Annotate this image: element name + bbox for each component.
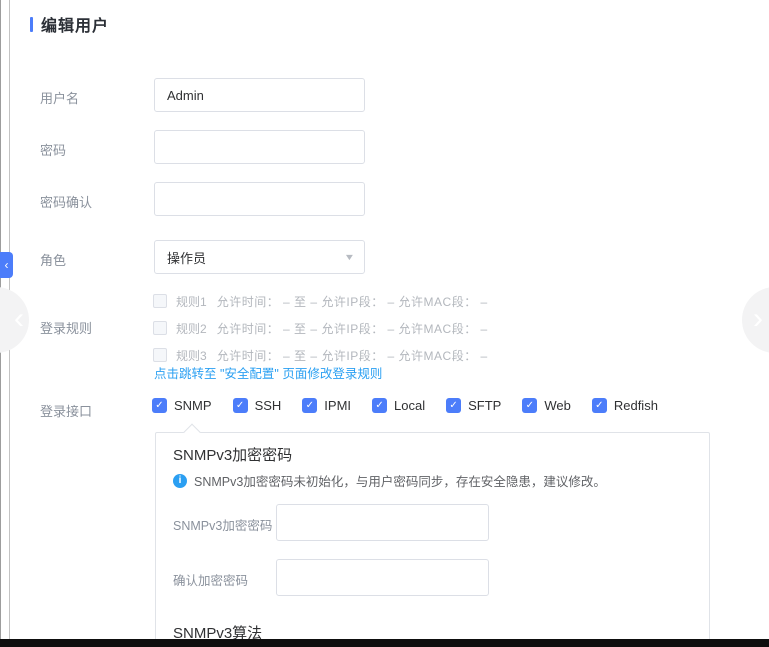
checkbox-unchecked-icon[interactable] (153, 348, 167, 362)
check-icon: ✓ (375, 400, 383, 411)
role-select[interactable]: 操作员 ▼ (154, 240, 365, 274)
username-input[interactable] (154, 78, 365, 112)
username-label: 用户名 (40, 88, 79, 107)
check-icon: ✓ (155, 400, 163, 411)
password-confirm-input[interactable] (154, 182, 365, 216)
check-icon: ✓ (306, 400, 314, 411)
checkbox-checked-icon: ✓ (522, 398, 537, 413)
interface-checkbox-ipmi[interactable]: ✓ IPMI (302, 398, 351, 413)
chevron-left-icon: ‹ (14, 304, 24, 334)
login-rule-row[interactable]: 规则3 允许时间： – 至 – 允许IP段： – 允许MAC段： – (153, 347, 488, 363)
check-icon: ✓ (595, 400, 603, 411)
password-confirm-label: 密码确认 (40, 192, 92, 211)
chevron-down-icon: ▼ (344, 252, 356, 262)
snmpv3-notice-text: SNMPv3加密密码未初始化，与用户密码同步，存在安全隐患，建议修改。 (194, 471, 606, 490)
chevron-right-icon: › (753, 304, 763, 334)
chevron-left-icon: ‹ (5, 258, 9, 272)
login-rule-row[interactable]: 规则1 允许时间： – 至 – 允许IP段： – 允许MAC段： – (153, 293, 488, 309)
interface-label: SNMP (174, 398, 212, 413)
page-header: 编辑用户 (30, 12, 109, 36)
carousel-prev-button[interactable]: ‹ (0, 287, 29, 353)
rule-name: 规则3 (176, 347, 207, 364)
login-interfaces-group: ✓ SNMP ✓ SSH ✓ IPMI ✓ Local ✓ SFTP ✓ Web… (152, 398, 658, 413)
role-label: 角色 (40, 250, 66, 269)
interface-label: SFTP (468, 398, 501, 413)
security-config-link[interactable]: 点击跳转至 "安全配置" 页面修改登录规则 (154, 363, 382, 382)
page-title: 编辑用户 (41, 12, 109, 36)
interface-checkbox-web[interactable]: ✓ Web (522, 398, 571, 413)
checkbox-checked-icon: ✓ (152, 398, 167, 413)
sidebar-collapse-tab[interactable]: ‹ (0, 252, 13, 278)
check-icon: ✓ (236, 400, 244, 411)
snmpv3-confirm-password-input[interactable] (276, 559, 489, 596)
interface-label: IPMI (324, 398, 351, 413)
login-rules-list: 规则1 允许时间： – 至 – 允许IP段： – 允许MAC段： – 规则2 允… (153, 293, 488, 374)
login-rules-label: 登录规则 (40, 318, 92, 337)
rule-detail: 允许时间： – 至 – 允许IP段： – 允许MAC段： – (217, 293, 488, 310)
snmpv3-notice: i SNMPv3加密密码未初始化，与用户密码同步，存在安全隐患，建议修改。 (173, 471, 606, 490)
interface-checkbox-sftp[interactable]: ✓ SFTP (446, 398, 501, 413)
rule-detail: 允许时间： – 至 – 允许IP段： – 允许MAC段： – (217, 320, 488, 337)
interface-checkbox-snmp[interactable]: ✓ SNMP (152, 398, 212, 413)
rule-name: 规则1 (176, 293, 207, 310)
snmpv3-confirm-password-label: 确认加密密码 (173, 570, 248, 589)
snmpv3-password-input[interactable] (276, 504, 489, 541)
login-rule-row[interactable]: 规则2 允许时间： – 至 – 允许IP段： – 允许MAC段： – (153, 320, 488, 336)
interface-label: Local (394, 398, 425, 413)
info-icon: i (173, 474, 187, 488)
checkbox-unchecked-icon[interactable] (153, 294, 167, 308)
rule-name: 规则2 (176, 320, 207, 337)
check-icon: ✓ (526, 400, 534, 411)
rule-detail: 允许时间： – 至 – 允许IP段： – 允许MAC段： – (217, 347, 488, 364)
panel-notch (184, 424, 201, 441)
interface-checkbox-ssh[interactable]: ✓ SSH (233, 398, 282, 413)
interface-label: Web (544, 398, 571, 413)
title-accent-bar (30, 17, 33, 32)
interface-label: Redfish (614, 398, 658, 413)
bottom-taskbar-edge (0, 639, 769, 647)
password-label: 密码 (40, 140, 66, 159)
carousel-next-button[interactable]: › (742, 287, 769, 353)
interface-label: SSH (255, 398, 282, 413)
checkbox-checked-icon: ✓ (233, 398, 248, 413)
checkbox-checked-icon: ✓ (592, 398, 607, 413)
checkbox-checked-icon: ✓ (302, 398, 317, 413)
snmpv3-panel-title: SNMPv3加密密码 (173, 444, 292, 465)
checkbox-unchecked-icon[interactable] (153, 321, 167, 335)
interface-checkbox-redfish[interactable]: ✓ Redfish (592, 398, 658, 413)
password-input[interactable] (154, 130, 365, 164)
edit-user-page: 编辑用户 用户名 密码 密码确认 角色 操作员 ▼ 登录规则 规则1 允许时间：… (0, 0, 769, 647)
snmpv3-panel: SNMPv3加密密码 i SNMPv3加密密码未初始化，与用户密码同步，存在安全… (155, 432, 710, 647)
role-selected-value: 操作员 (167, 248, 206, 267)
checkbox-checked-icon: ✓ (372, 398, 387, 413)
check-icon: ✓ (449, 400, 457, 411)
interface-checkbox-local[interactable]: ✓ Local (372, 398, 425, 413)
checkbox-checked-icon: ✓ (446, 398, 461, 413)
login-interfaces-label: 登录接口 (40, 401, 92, 420)
snmpv3-password-label: SNMPv3加密密码 (173, 515, 272, 534)
